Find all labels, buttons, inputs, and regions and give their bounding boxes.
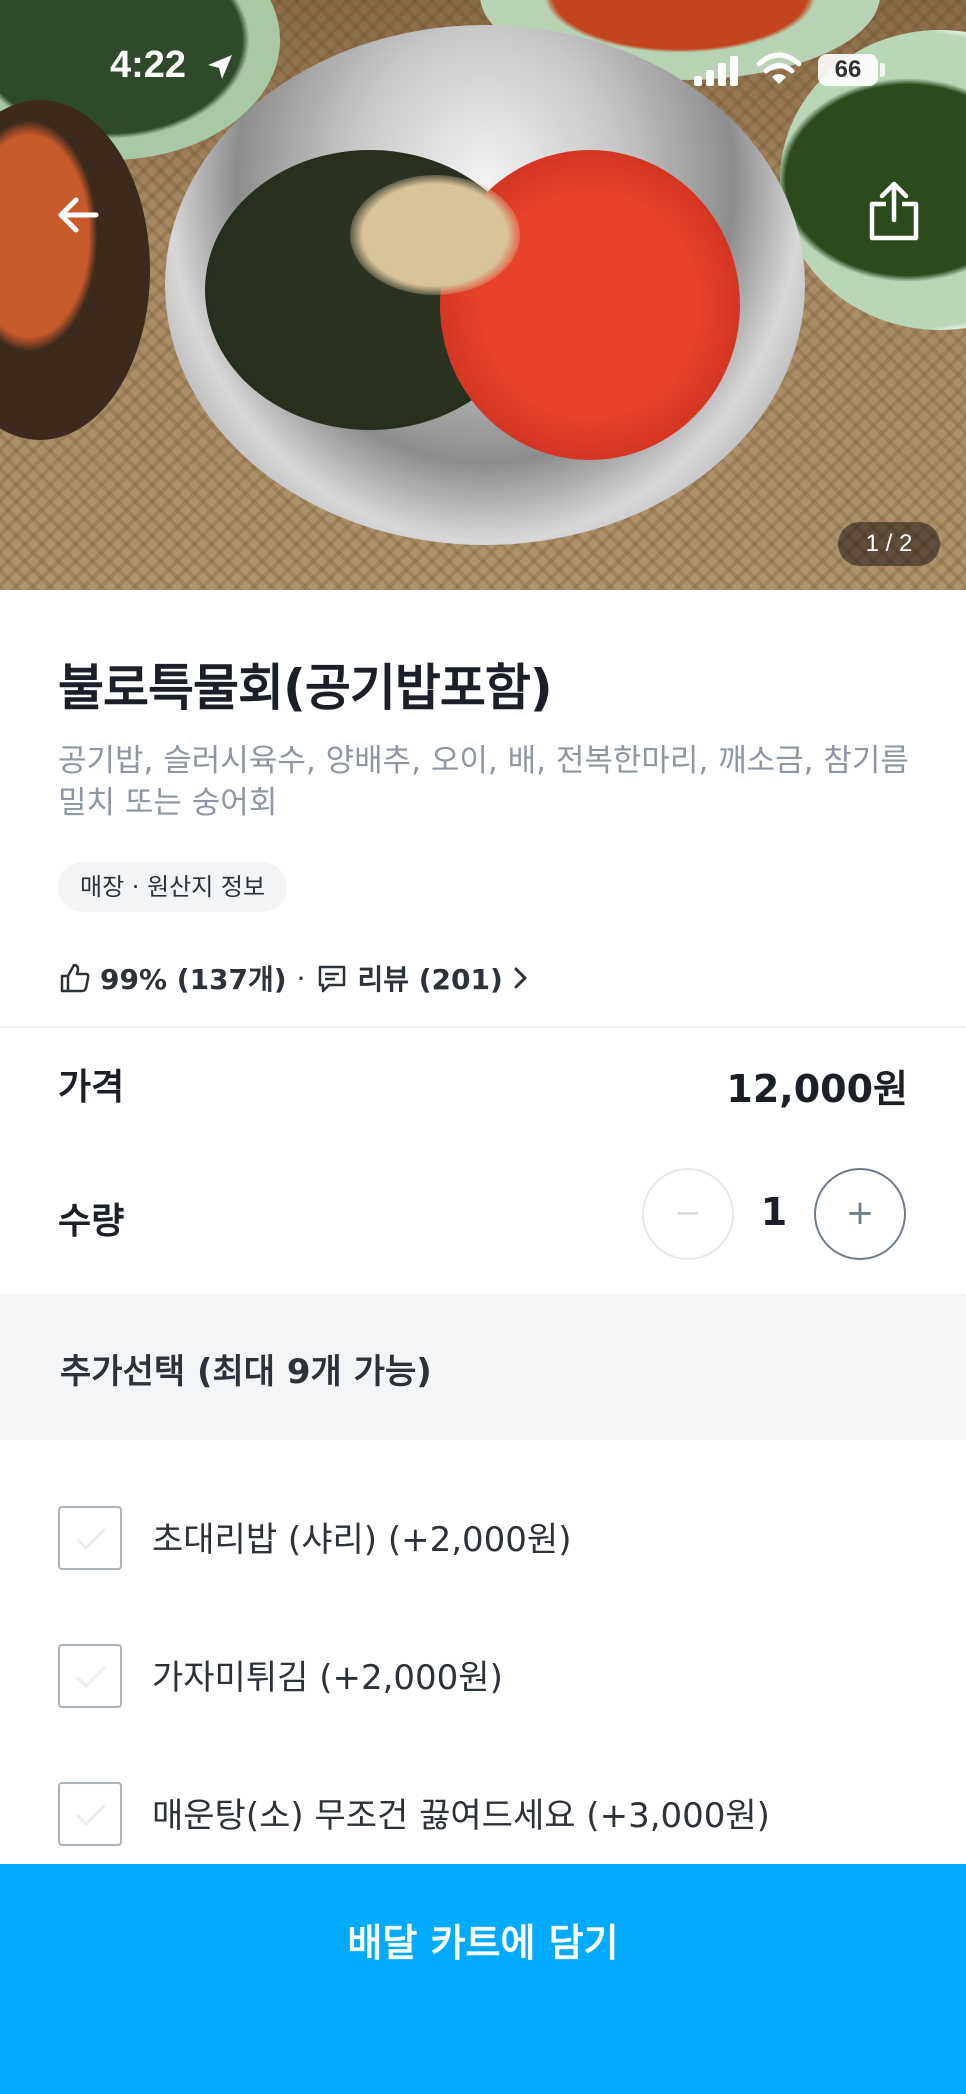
option-label: 가자미튀김 (+2,000원) [152,1658,503,1698]
price-value: 12,000원 [726,1067,908,1111]
product-description: 공기밥, 슬러시육수, 양배추, 오이, 배, 전복한마리, 깨소금, 참기름 … [58,743,909,821]
quantity-decrease-button[interactable]: − [642,1168,734,1260]
sesame-topping [350,175,520,295]
option-item[interactable]: 초대리밥 (샤리) (+2,000원) [0,1486,966,1586]
origin-info-chip[interactable]: 매장 · 원산지 정보 [58,862,288,912]
option-label: 매운탕(소) 무조건 끓여드세요 (+3,000원) [152,1796,770,1836]
section-divider [0,1026,966,1028]
signal-icon [694,56,738,86]
chevron-right-icon [514,967,527,989]
rating-percent: 99% (137개) [100,963,287,996]
location-arrow-icon [208,55,232,79]
option-item[interactable]: 매운탕(소) 무조건 끓여드세요 (+3,000원) [0,1762,966,1862]
option-checkbox[interactable] [58,1644,122,1708]
quantity-label: 수량 [58,1201,125,1242]
product-title: 불로특물회(공기밥포함) [58,659,553,717]
option-checkbox[interactable] [58,1782,122,1846]
add-to-cart-label: 배달 카트에 담기 [347,1921,619,1965]
image-page-indicator: 1 / 2 [838,522,940,566]
wifi-icon [756,52,802,84]
price-label: 가격 [58,1067,125,1108]
battery-indicator: 66 [818,54,878,86]
product-image[interactable]: 4:22 66 1 / 2 [0,0,966,590]
share-icon[interactable] [866,180,922,242]
option-item[interactable]: 가자미튀김 (+2,000원) [0,1624,966,1724]
back-arrow-icon[interactable] [52,188,106,242]
rating-review-row[interactable]: 99% (137개) · 리뷰 (201) [58,958,531,998]
option-section-header: 추가선택 (최대 9개 가능) [0,1294,966,1440]
option-section-title: 추가선택 (최대 9개 가능) [60,1352,432,1392]
review-comment-icon [319,965,346,993]
check-icon [75,1665,107,1689]
quantity-value: 1 [760,1190,788,1234]
quantity-increase-button[interactable]: + [814,1168,906,1260]
check-icon [75,1803,107,1827]
add-to-cart-button[interactable]: 배달 카트에 담기 [0,1864,966,2094]
battery-tip [880,63,885,77]
thumbs-up-icon [60,963,90,993]
status-time: 4:22 [110,44,187,86]
option-checkbox[interactable] [58,1506,122,1570]
rating-separator: · [296,961,306,995]
review-count: 리뷰 (201) [357,963,503,996]
option-label: 초대리밥 (샤리) (+2,000원) [152,1520,572,1560]
check-icon [75,1527,107,1551]
